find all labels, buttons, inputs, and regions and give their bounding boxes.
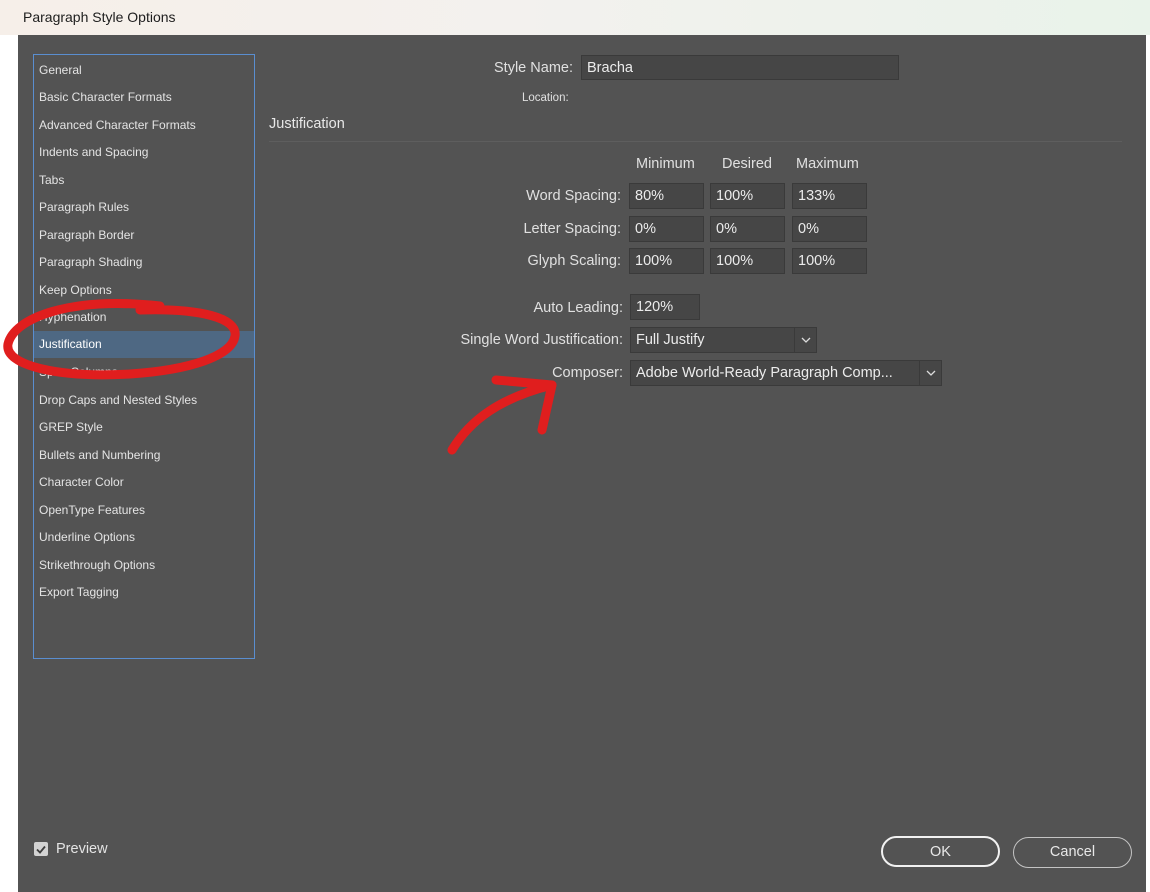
sidebar-item-basic-character-formats[interactable]: Basic Character Formats: [34, 84, 254, 110]
ok-button[interactable]: OK: [881, 836, 1000, 867]
sidebar-item-underline-options[interactable]: Underline Options: [34, 524, 254, 550]
sidebar-item-keep-options[interactable]: Keep Options: [34, 277, 254, 303]
column-header-desired: Desired: [722, 156, 772, 172]
letter-spacing-maximum-field[interactable]: 0%: [792, 216, 867, 242]
preview-label: Preview: [56, 841, 108, 857]
glyph-scaling-maximum-field[interactable]: 100%: [792, 248, 867, 274]
window-titlebar: Paragraph Style Options: [0, 0, 1150, 35]
preview-toggle[interactable]: Preview: [34, 841, 108, 857]
category-list[interactable]: General Basic Character Formats Advanced…: [33, 54, 255, 659]
letter-spacing-minimum-field[interactable]: 0%: [629, 216, 704, 242]
sidebar-item-export-tagging[interactable]: Export Tagging: [34, 579, 254, 605]
sidebar-item-indents-and-spacing[interactable]: Indents and Spacing: [34, 139, 254, 165]
checkmark-icon: [36, 845, 46, 854]
word-spacing-minimum-field[interactable]: 80%: [629, 183, 704, 209]
glyph-scaling-desired-field[interactable]: 100%: [710, 248, 785, 274]
sidebar-item-drop-caps-and-nested-styles[interactable]: Drop Caps and Nested Styles: [34, 387, 254, 413]
word-spacing-label: Word Spacing:: [526, 188, 621, 204]
auto-leading-label: Auto Leading:: [533, 300, 624, 316]
sidebar-item-tabs[interactable]: Tabs: [34, 167, 254, 193]
sidebar-item-grep-style[interactable]: GREP Style: [34, 414, 254, 440]
window-title: Paragraph Style Options: [23, 9, 176, 25]
location-label: Location:: [522, 92, 569, 104]
chevron-down-icon[interactable]: [919, 361, 941, 385]
sidebar-item-advanced-character-formats[interactable]: Advanced Character Formats: [34, 112, 254, 138]
sidebar-item-paragraph-rules[interactable]: Paragraph Rules: [34, 194, 254, 220]
sidebar-item-justification[interactable]: Justification: [34, 331, 254, 358]
style-name-input[interactable]: [581, 55, 899, 80]
letter-spacing-desired-field[interactable]: 0%: [710, 216, 785, 242]
section-divider: [269, 141, 1122, 142]
composer-value: Adobe World-Ready Paragraph Comp...: [636, 365, 893, 381]
sidebar-item-bullets-and-numbering[interactable]: Bullets and Numbering: [34, 442, 254, 468]
sidebar-item-span-columns[interactable]: Span Columns: [34, 359, 254, 385]
sidebar-item-paragraph-shading[interactable]: Paragraph Shading: [34, 249, 254, 275]
preview-checkbox[interactable]: [34, 842, 48, 856]
column-header-maximum: Maximum: [796, 156, 859, 172]
section-title: Justification: [269, 116, 345, 132]
letter-spacing-label: Letter Spacing:: [523, 221, 621, 237]
style-name-label: Style Name:: [494, 60, 573, 76]
sidebar-item-character-color[interactable]: Character Color: [34, 469, 254, 495]
sidebar-item-general[interactable]: General: [34, 57, 254, 83]
column-header-minimum: Minimum: [636, 156, 695, 172]
glyph-scaling-label: Glyph Scaling:: [527, 253, 622, 269]
auto-leading-field[interactable]: 120%: [630, 294, 700, 320]
glyph-scaling-minimum-field[interactable]: 100%: [629, 248, 704, 274]
sidebar-item-strikethrough-options[interactable]: Strikethrough Options: [34, 552, 254, 578]
single-word-justification-label: Single Word Justification:: [460, 332, 623, 348]
sidebar-item-hyphenation[interactable]: Hyphenation: [34, 304, 254, 330]
word-spacing-desired-field[interactable]: 100%: [710, 183, 785, 209]
single-word-justification-select[interactable]: Full Justify: [630, 327, 817, 353]
paragraph-style-dialog: General Basic Character Formats Advanced…: [18, 35, 1146, 892]
sidebar-item-paragraph-border[interactable]: Paragraph Border: [34, 222, 254, 248]
single-word-justification-value: Full Justify: [636, 332, 705, 348]
word-spacing-maximum-field[interactable]: 133%: [792, 183, 867, 209]
chevron-down-icon[interactable]: [794, 328, 816, 352]
cancel-button[interactable]: Cancel: [1013, 837, 1132, 868]
sidebar-item-opentype-features[interactable]: OpenType Features: [34, 497, 254, 523]
composer-select[interactable]: Adobe World-Ready Paragraph Comp...: [630, 360, 942, 386]
composer-label: Composer:: [552, 365, 623, 381]
